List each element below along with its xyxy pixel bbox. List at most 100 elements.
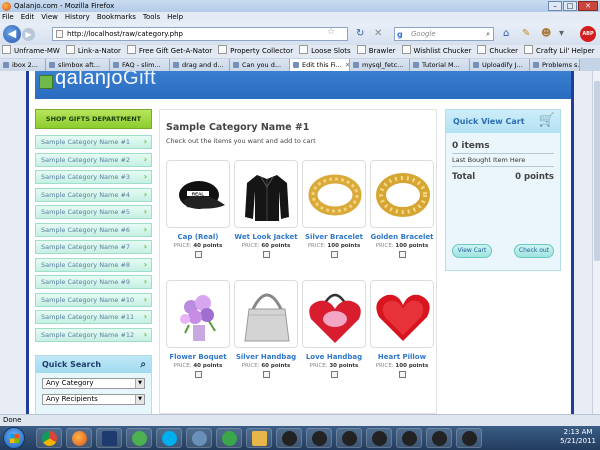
category-item[interactable]: Sample Category Name #5 › <box>35 205 152 219</box>
product-checkbox[interactable] <box>194 251 202 258</box>
back-icon[interactable]: ◀ <box>3 25 21 43</box>
minimize-button[interactable]: – <box>548 1 562 11</box>
browser-tab[interactable]: Tutorial M... <box>410 59 470 71</box>
browser-tab-active[interactable]: Edit this Fi... ✕ <box>290 59 350 71</box>
check-out-button[interactable]: Check out <box>514 244 554 258</box>
shop-gifts-department-button[interactable]: SHOP GIFTS DEPARTMENT <box>35 109 152 129</box>
browser-tab[interactable]: drag and d... <box>170 59 230 71</box>
browser-tab[interactable]: FAQ - slim... <box>110 59 170 71</box>
product-name[interactable]: Silver Handbag <box>234 353 298 361</box>
menu-edit[interactable]: Edit <box>21 12 35 23</box>
bookmark-item[interactable]: Chucker <box>477 45 518 58</box>
bookmark-item[interactable]: Crafty Lil' Helper <box>524 45 595 58</box>
product-image[interactable]: REAL <box>166 160 230 228</box>
chrome-icon[interactable] <box>36 428 62 448</box>
category-item[interactable]: Sample Category Name #10 › <box>35 292 152 307</box>
maximize-button[interactable]: □ <box>563 1 577 11</box>
search-input[interactable]: g Google ⌕ <box>394 27 494 41</box>
bookmark-item[interactable]: Brawler <box>357 45 396 58</box>
bookmark-item[interactable]: Link-a-Nator <box>66 45 121 58</box>
addon-menu-icon[interactable]: ▾ <box>559 27 564 41</box>
search-icon[interactable]: ⌕ <box>486 28 490 40</box>
program-icon[interactable] <box>276 428 302 448</box>
home-icon[interactable]: ⌂ <box>503 27 509 41</box>
menu-view[interactable]: View <box>41 12 58 23</box>
firefox-taskbar-icon[interactable] <box>66 428 92 448</box>
greasemonkey-icon[interactable]: ☻ <box>541 27 551 41</box>
close-button[interactable]: ✕ <box>578 1 598 11</box>
category-item[interactable]: Sample Category Name #7 › <box>35 240 152 254</box>
browser-tab[interactable]: mysql_fetc... <box>350 59 410 71</box>
product-image[interactable] <box>166 280 230 348</box>
product-name[interactable]: Flower Boquet <box>166 353 230 361</box>
product-checkbox[interactable] <box>262 251 270 258</box>
product-image[interactable] <box>302 160 366 228</box>
category-item[interactable]: Sample Category Name #2 › <box>35 152 152 167</box>
product-name[interactable]: Golden Bracelet <box>370 233 434 241</box>
menu-history[interactable]: History <box>65 12 90 23</box>
addon-icon[interactable]: ✎ <box>522 27 530 41</box>
search-icon[interactable]: ⌕ <box>140 356 146 373</box>
bookmark-item[interactable]: Loose Slots <box>299 45 351 58</box>
program-icon[interactable] <box>396 428 422 448</box>
bookmark-item[interactable]: Unframe-MW <box>2 45 60 58</box>
view-cart-button[interactable]: View Cart <box>452 244 492 258</box>
product-name[interactable]: Silver Bracelet <box>302 233 366 241</box>
category-item[interactable]: Sample Category Name #12 › <box>35 327 152 342</box>
scrollbar-thumb[interactable] <box>594 81 600 261</box>
product-checkbox[interactable] <box>398 251 406 258</box>
menu-tools[interactable]: Tools <box>143 12 160 23</box>
site-logo[interactable]: qalanjoGift <box>55 71 156 90</box>
product-checkbox[interactable] <box>398 371 406 378</box>
url-bar[interactable]: http://localhost/raw/category.php <box>52 27 348 41</box>
product-image[interactable] <box>370 160 434 228</box>
recipients-select[interactable]: Any Recipients ▼ <box>42 394 145 405</box>
menu-help[interactable]: Help <box>167 12 183 23</box>
menu-bookmarks[interactable]: Bookmarks <box>97 12 136 23</box>
product-image[interactable] <box>370 280 434 348</box>
product-image[interactable] <box>302 280 366 348</box>
program-icon[interactable] <box>366 428 392 448</box>
start-button[interactable] <box>3 427 25 449</box>
category-item[interactable]: Sample Category Name #8 › <box>35 257 152 272</box>
product-image[interactable] <box>234 280 298 348</box>
category-select[interactable]: Any Category ▼ <box>42 378 145 389</box>
product-checkbox[interactable] <box>330 371 338 378</box>
category-item[interactable]: Sample Category Name #1 › <box>35 135 152 149</box>
category-item[interactable]: Sample Category Name #3 › <box>35 170 152 184</box>
bookmark-star-icon[interactable]: ☆ <box>327 27 335 37</box>
product-name[interactable]: Heart Pillow <box>370 353 434 361</box>
program-icon[interactable] <box>306 428 332 448</box>
photoshop-icon[interactable] <box>96 428 122 448</box>
bookmark-item[interactable]: Wishlist Chucker <box>402 45 472 58</box>
category-item[interactable]: Sample Category Name #6 › <box>35 222 152 237</box>
security-shield-icon[interactable] <box>216 428 242 448</box>
adblock-icon[interactable]: ABP <box>580 26 596 42</box>
category-item[interactable]: Sample Category Name #4 › <box>35 187 152 202</box>
product-name[interactable]: Wet Look Jacket <box>234 233 298 241</box>
browser-tab[interactable]: ibox 2... <box>0 59 46 71</box>
browser-tab[interactable]: Uploadify J... <box>470 59 530 71</box>
messenger-icon[interactable] <box>126 428 152 448</box>
vertical-scrollbar[interactable] <box>592 71 600 414</box>
category-item[interactable]: Sample Category Name #11 › <box>35 310 152 324</box>
forward-icon[interactable]: ▶ <box>22 28 35 41</box>
product-name[interactable]: Love Handbag <box>302 353 366 361</box>
browser-tab[interactable]: Can you d... <box>230 59 290 71</box>
bookmark-item[interactable]: Free Gift Get-A-Nator <box>127 45 212 58</box>
product-image[interactable] <box>234 160 298 228</box>
system-clock[interactable]: 2:13 AM 5/21/2011 <box>560 428 596 446</box>
product-checkbox[interactable] <box>262 371 270 378</box>
bookmark-item[interactable]: Property Collector <box>218 45 293 58</box>
stop-icon[interactable]: ✕ <box>374 27 382 41</box>
category-item[interactable]: Sample Category Name #9 › <box>35 275 152 289</box>
product-checkbox[interactable] <box>330 251 338 258</box>
folder-icon[interactable] <box>246 428 272 448</box>
program-icon[interactable] <box>456 428 482 448</box>
reload-icon[interactable]: ↻ <box>356 27 364 41</box>
menu-file[interactable]: File <box>2 12 14 23</box>
product-checkbox[interactable] <box>194 371 202 378</box>
program-icon[interactable] <box>426 428 452 448</box>
program-icon[interactable] <box>336 428 362 448</box>
browser-tab[interactable]: slimbox aft... <box>46 59 110 71</box>
